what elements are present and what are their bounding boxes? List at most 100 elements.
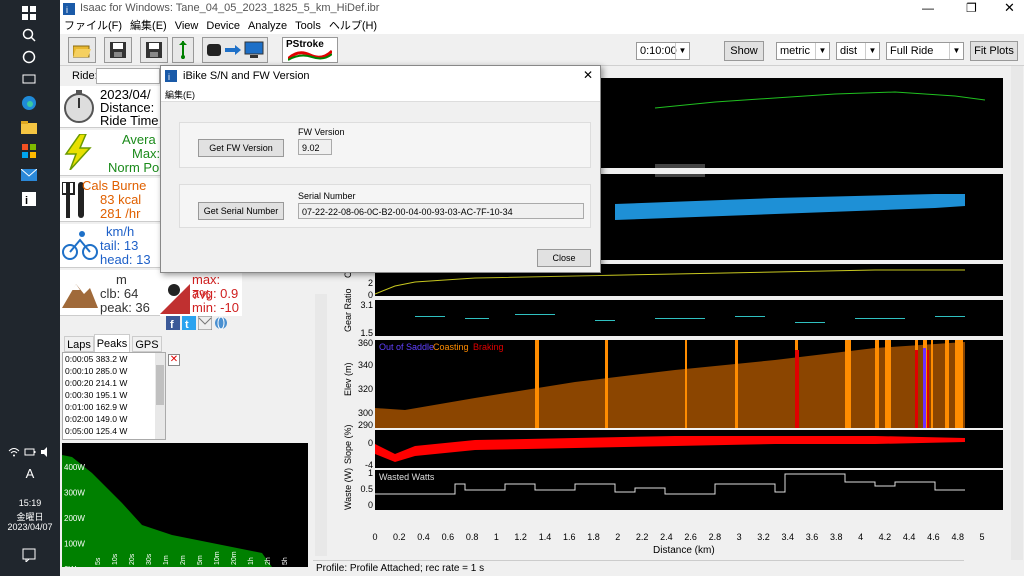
menu-file[interactable]: ファイル(F) <box>60 18 126 34</box>
power-y-tick: 0W <box>64 565 76 567</box>
slope-metric: max: 7% avg: 0.9 min: -10 <box>160 270 242 316</box>
peak-list-item[interactable]: 0:00:05 383.2 W <box>63 353 165 365</box>
serial-number-label: Serial Number <box>298 191 356 201</box>
open-folder-icon <box>73 45 91 58</box>
power-x-tick: 10s <box>112 553 119 565</box>
peak-list-item[interactable]: 0:01:00 162.9 W <box>63 401 165 413</box>
file-explorer-icon[interactable] <box>18 116 40 138</box>
upload-to-pc-button[interactable] <box>202 37 268 63</box>
distance-tick: 1.6 <box>562 532 576 542</box>
menu-help[interactable]: ヘルプ(H) <box>325 18 381 34</box>
power-normalized: Norm Po <box>108 160 160 175</box>
slope-tick: 0 <box>367 438 373 448</box>
plots-left-scrollbar[interactable] <box>315 294 327 556</box>
ride-name-field[interactable] <box>96 68 160 84</box>
get-fw-version-button[interactable]: Get FW Version <box>198 139 284 157</box>
mail-icon[interactable] <box>18 164 40 186</box>
climb-metric: m clb: 64 peak: 36 <box>60 270 160 316</box>
coasting-mark <box>605 340 608 428</box>
power-average: Avera <box>122 132 156 147</box>
gear-tick: 1.5 <box>360 328 373 338</box>
tab-laps[interactable]: Laps <box>64 336 94 352</box>
scrollbar-thumb[interactable] <box>156 365 164 405</box>
clock-date[interactable]: 2023/04/07 <box>0 522 60 532</box>
dialog-menu-edit[interactable]: 編集(E) <box>165 88 195 101</box>
globe-icon[interactable] <box>214 316 228 330</box>
menu-analyze[interactable]: Analyze <box>244 18 291 34</box>
open-file-button[interactable] <box>68 37 96 63</box>
peak-list-item[interactable]: 0:00:30 195.1 W <box>63 389 165 401</box>
menu-tools[interactable]: Tools <box>291 18 325 34</box>
start-windows-icon[interactable] <box>18 2 40 24</box>
facebook-icon[interactable]: f <box>166 316 180 330</box>
power-x-tick: 1h <box>248 557 255 565</box>
peaks-scrollbar[interactable] <box>155 353 165 439</box>
system-tray-icons[interactable] <box>6 444 54 460</box>
usb-download-button[interactable] <box>172 37 194 63</box>
twitter-icon[interactable]: t <box>182 316 196 330</box>
time-window-select[interactable]: 0:10:00 ▼ <box>636 42 690 60</box>
plots-scrollbar[interactable] <box>1011 66 1023 560</box>
usb-icon <box>179 41 187 59</box>
save-as-button[interactable] <box>140 37 168 63</box>
wind-head: head: 13 <box>100 252 151 267</box>
ime-indicator[interactable]: A <box>0 466 60 481</box>
speaker-icon[interactable] <box>40 447 52 457</box>
cyclist-icon <box>62 231 98 260</box>
email-icon[interactable] <box>198 316 212 330</box>
units-value: metric <box>780 45 810 57</box>
waste-plot-pane: Wasted Watts <box>375 470 1003 510</box>
delete-peak-icon[interactable]: ✕ <box>168 354 180 366</box>
distance-tick: 3.8 <box>830 532 843 542</box>
dialog-close-button[interactable]: Close <box>537 249 591 267</box>
store-icon[interactable] <box>18 140 40 162</box>
x-axis-select[interactable]: dist ▼ <box>836 42 880 60</box>
slope-plot-svg <box>375 436 965 462</box>
clock-time[interactable]: 15:19 <box>0 498 60 508</box>
maximize-button[interactable]: ❐ <box>966 1 977 15</box>
minimize-button[interactable]: — <box>922 1 934 15</box>
notification-icon[interactable] <box>18 544 40 566</box>
mountain-icon <box>62 284 98 308</box>
battery-icon[interactable] <box>24 447 36 457</box>
search-icon[interactable] <box>18 24 40 46</box>
menu-view[interactable]: View <box>171 18 203 34</box>
serial-number-field[interactable]: 07-22-22-08-06-0C-B2-00-04-00-93-03-AC-7… <box>298 203 584 219</box>
menu-edit[interactable]: 編集(E) <box>126 18 171 34</box>
save-button[interactable] <box>104 37 132 63</box>
lightning-bolt-icon <box>64 134 92 170</box>
range-value: Full Ride <box>890 45 934 57</box>
peak-list-item[interactable]: 0:05:00 125.4 W <box>63 425 165 437</box>
peaks-list[interactable]: 0:00:05 383.2 W 0:00:10 285.0 W 0:00:20 21… <box>62 352 166 440</box>
menu-device[interactable]: Device <box>202 18 244 34</box>
peak-power-chart: 400W 300W 200W 100W 0W 5s 10s 20s 30s 1m 2m 5m 10m 20… <box>62 443 308 574</box>
close-window-button[interactable]: ✕ <box>1004 0 1015 16</box>
dialog-close-icon[interactable]: ✕ <box>583 68 593 82</box>
units-select[interactable]: metric ▼ <box>776 42 830 60</box>
task-view-icon[interactable] <box>18 68 40 90</box>
distance-axis-ticks: 0 0.2 0.4 0.6 0.8 1 1.2 1.4 1.6 1.8 2 2.2 2.4 2.6 2.8 3… <box>372 532 1003 544</box>
peak-list-item[interactable]: 0:00:10 285.0 W <box>63 365 165 377</box>
distance-tick: 3 <box>736 532 742 542</box>
power-y-tick: 200W <box>64 514 85 523</box>
dialog-title: iBike S/N and FW Version <box>183 70 310 82</box>
pstroke-button[interactable]: PStroke <box>282 37 338 63</box>
fit-plots-button[interactable]: Fit Plots <box>970 41 1018 61</box>
tab-peaks[interactable]: Peaks <box>94 334 130 352</box>
fw-version-field[interactable]: 9.02 <box>298 139 332 155</box>
coasting-mark <box>845 340 851 428</box>
distance-tick: 2.2 <box>635 532 649 542</box>
power-x-tick: 30s <box>146 553 153 565</box>
show-button[interactable]: Show <box>724 41 764 61</box>
isaac-app-icon[interactable]: i <box>18 188 40 210</box>
tab-gps[interactable]: GPS <box>132 336 162 352</box>
edge-browser-icon[interactable] <box>18 92 40 114</box>
cortana-icon[interactable] <box>18 46 40 68</box>
peak-list-item[interactable]: 0:00:20 214.1 W <box>63 377 165 389</box>
range-select[interactable]: Full Ride ▼ <box>886 42 964 60</box>
peak-list-item[interactable]: 0:02:00 149.0 W <box>63 413 165 425</box>
distance-tick: 1.4 <box>538 532 552 542</box>
get-serial-number-button[interactable]: Get Serial Number <box>198 202 284 220</box>
power-y-tick: 100W <box>64 540 85 549</box>
wifi-icon[interactable] <box>8 447 20 457</box>
